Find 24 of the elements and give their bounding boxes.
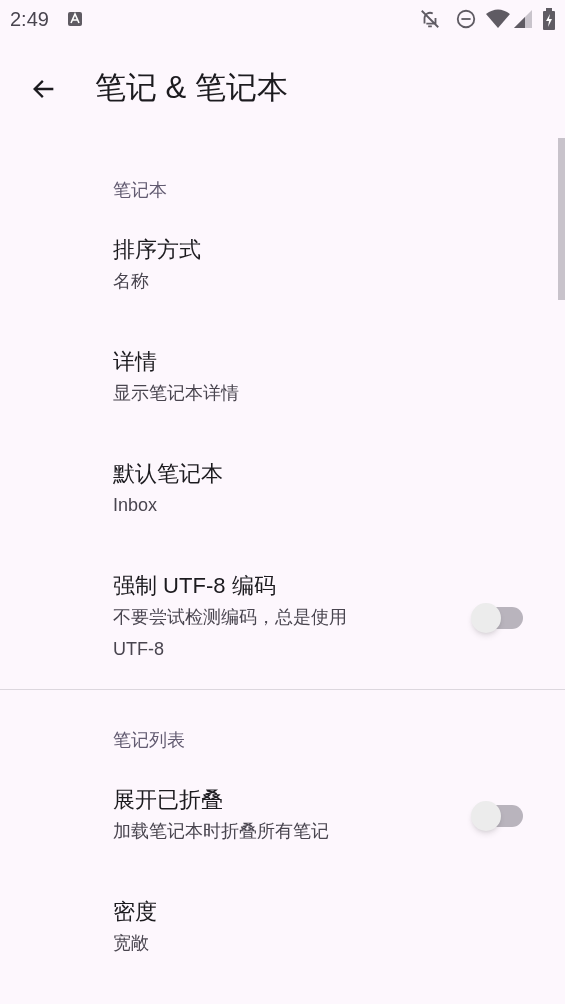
- setting-title: 排序方式: [113, 236, 202, 264]
- setting-summary: 名称: [113, 270, 150, 293]
- setting-title: 展开已折叠: [113, 786, 224, 814]
- page-title: 笔记 & 笔记本: [95, 68, 288, 107]
- setting-title: 详情: [113, 348, 158, 376]
- do-not-disturb-icon: [455, 8, 477, 30]
- signal-icon: [513, 9, 533, 29]
- battery-icon: [543, 8, 555, 30]
- wifi-icon: [485, 8, 511, 30]
- setting-summary: 显示笔记本详情: [113, 382, 240, 405]
- setting-title: 默认笔记本: [113, 460, 224, 488]
- setting-title: 强制 UTF-8 编码: [113, 572, 277, 600]
- toggle-switch[interactable]: [471, 603, 525, 633]
- setting-summary: 不要尝试检测编码，总是使用 UTF-8: [113, 606, 348, 661]
- setting-summary: 加载笔记本时折叠所有笔记: [113, 820, 330, 843]
- section-header: 笔记本: [112, 179, 168, 202]
- setting-summary: 宽敞: [113, 932, 150, 955]
- bell-off-icon: [419, 8, 441, 30]
- section-header: 笔记列表: [112, 729, 186, 752]
- setting-summary: Inbox: [113, 494, 159, 517]
- toggle-switch[interactable]: [471, 801, 525, 831]
- setting-title: 密度: [113, 898, 158, 926]
- clock: 2:49: [10, 7, 49, 32]
- notification-icon: [66, 11, 83, 27]
